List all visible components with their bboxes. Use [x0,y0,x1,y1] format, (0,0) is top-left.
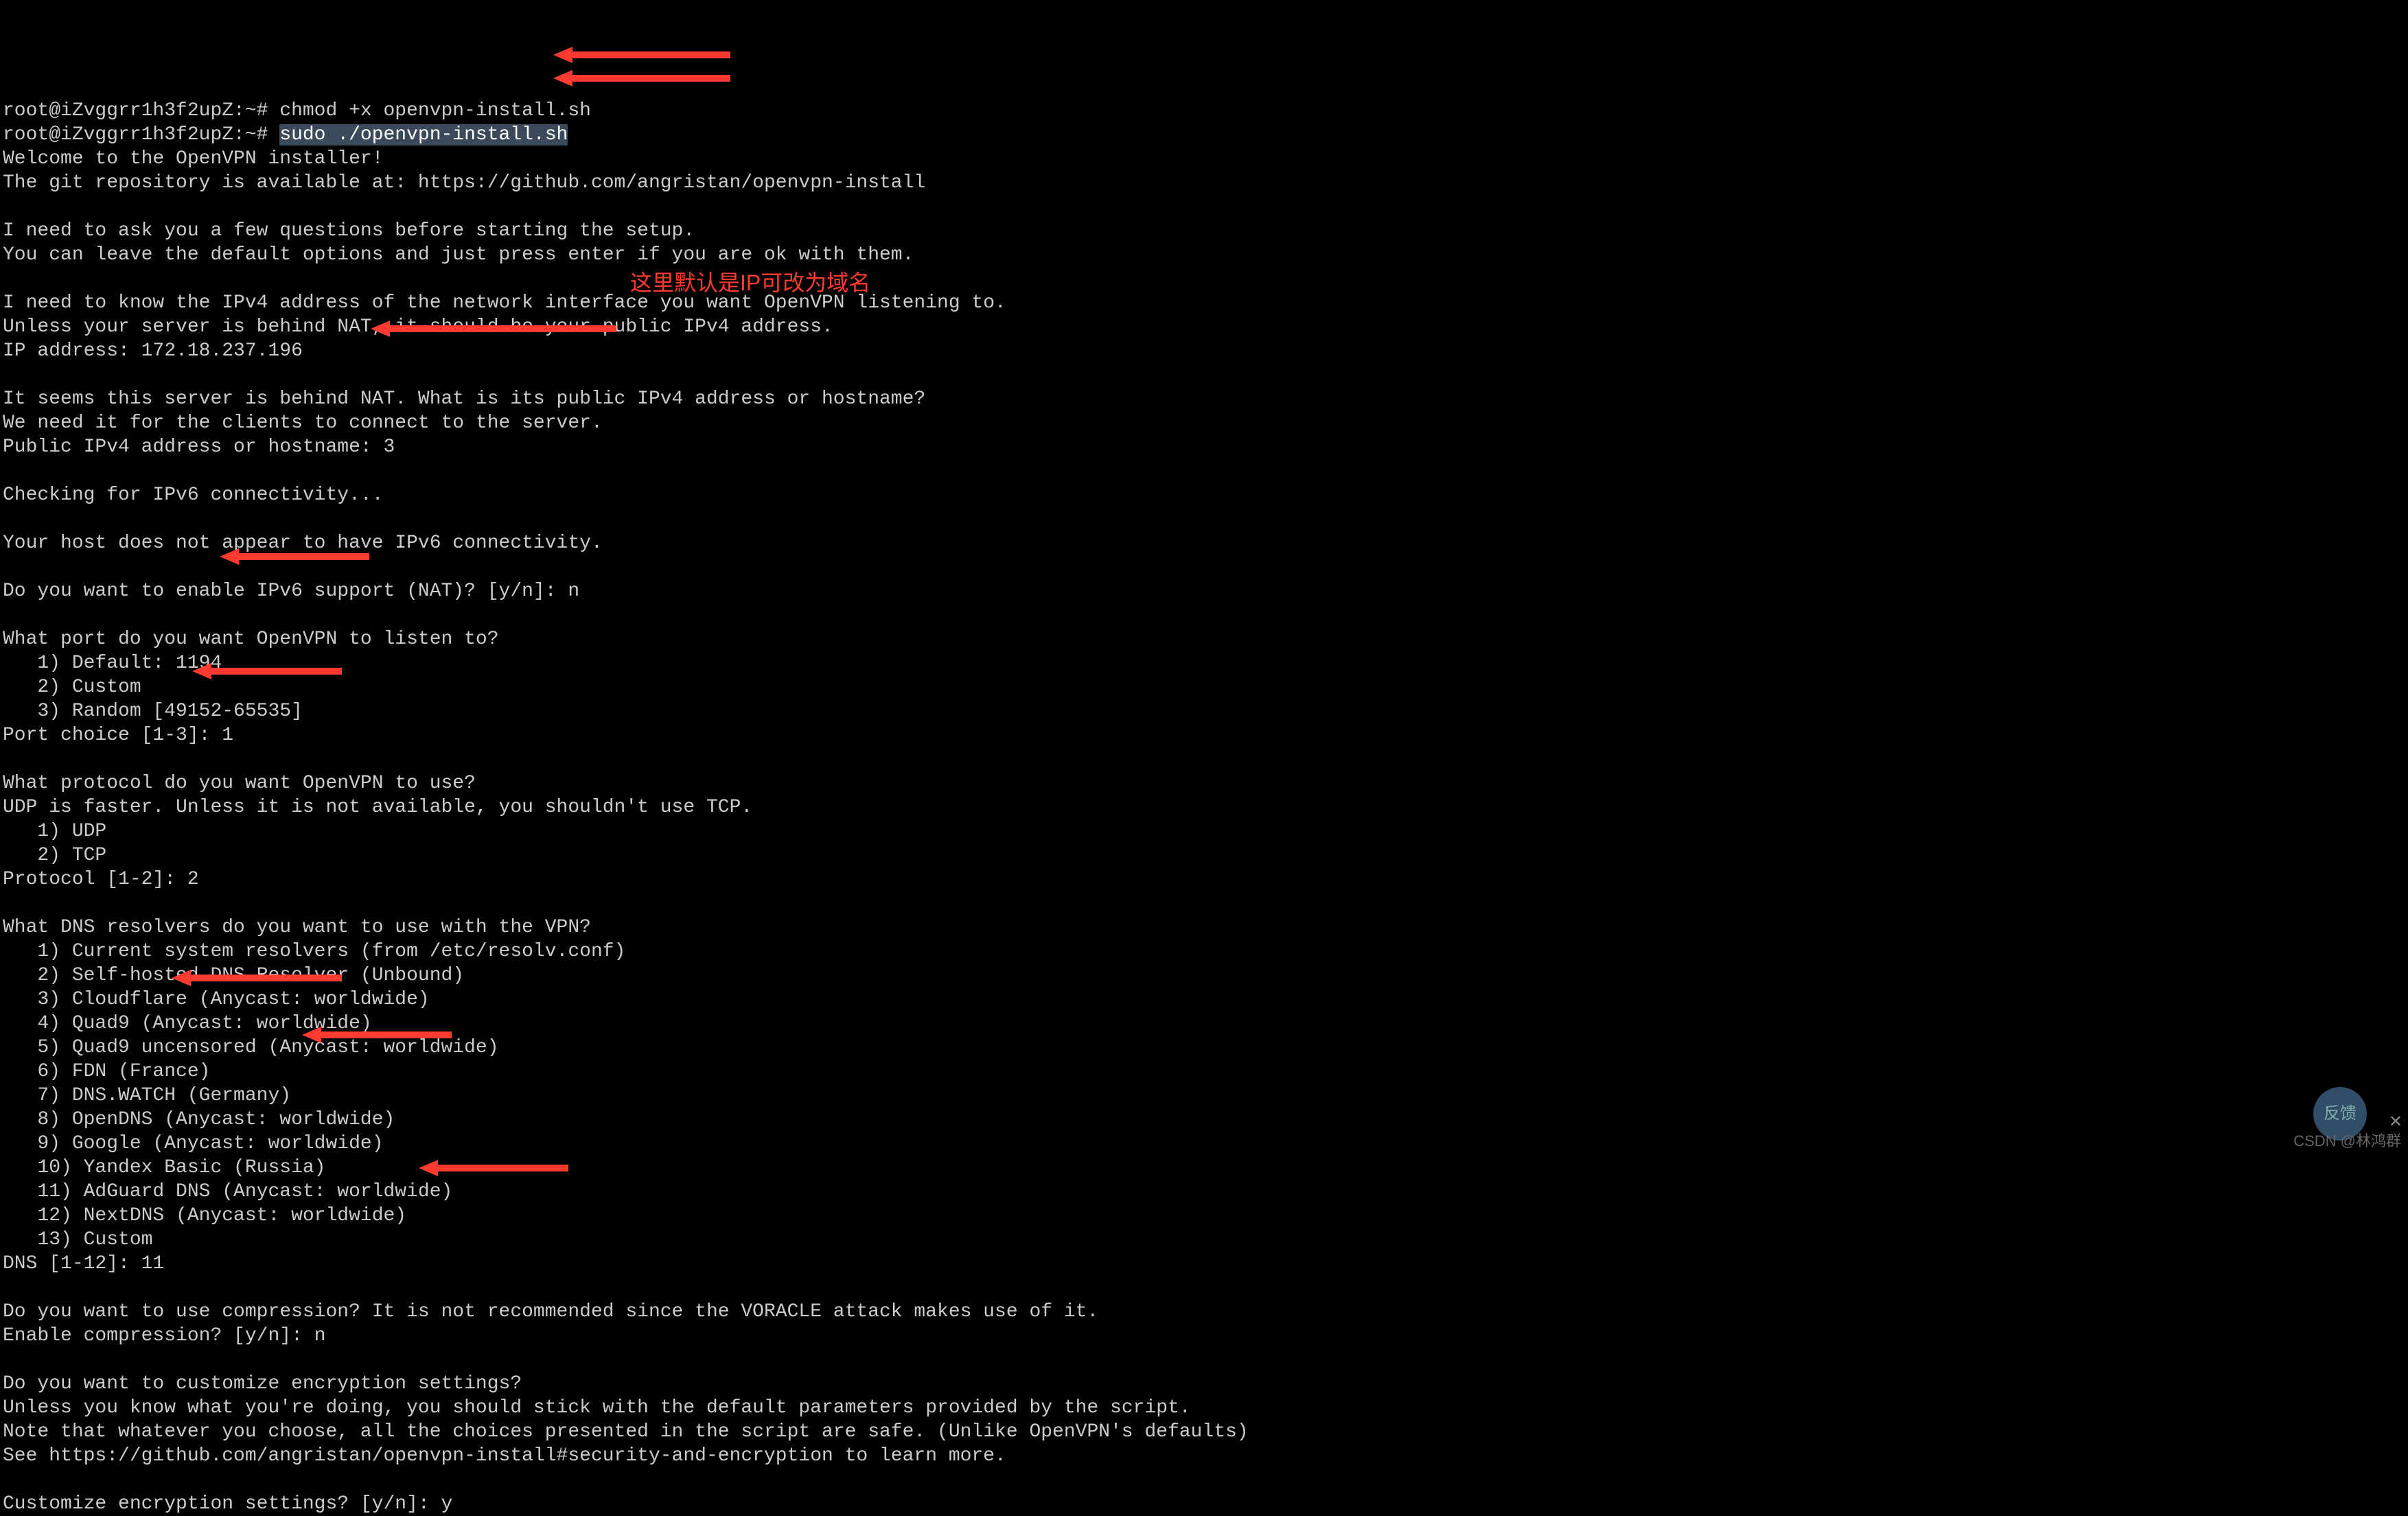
line-questions-1: I need to ask you a few questions before… [3,220,695,242]
line-proto-1: 1) UDP [3,821,106,842]
line-proto-note: UDP is faster. Unless it is not availabl… [3,797,752,818]
line-port-choice: Port choice [1-3]: 1 [3,725,233,746]
line-encryption-note3: See https://github.com/angristan/openvpn… [3,1445,1006,1467]
line-dns-3: 3) Cloudflare (Anycast: worldwide) [3,989,430,1010]
line-dns-12: 12) NextDNS (Anycast: worldwide) [3,1205,406,1226]
line-dns-1: 1) Current system resolvers (from /etc/r… [3,941,625,962]
line-dns-9: 9) Google (Anycast: worldwide) [3,1133,384,1154]
line-port-2: 2) Custom [3,677,141,698]
shell-prompt-2: root@iZvggrr1h3f2upZ:~# [3,124,279,145]
line-ipv6-check: Checking for IPv6 connectivity... [3,485,384,506]
line-dns-q: What DNS resolvers do you want to use wi… [3,917,591,938]
line-dns-choice: DNS [1-12]: 11 [3,1253,164,1274]
line-nat-1: It seems this server is behind NAT. What… [3,388,925,410]
line-ipv6-nohost: Your host does not appear to have IPv6 c… [3,533,603,554]
line-encryption-note1: Unless you know what you're doing, you s… [3,1397,1191,1419]
line-compression-q: Do you want to use compression? It is no… [3,1301,1098,1322]
line-proto-q: What protocol do you want OpenVPN to use… [3,773,476,794]
line-proto-2: 2) TCP [3,845,106,866]
line-dns-10: 10) Yandex Basic (Russia) [3,1157,325,1178]
line-encryption-note2: Note that whatever you choose, all the c… [3,1421,1249,1443]
watermark-text: CSDN @林鸿群 [2293,1132,2401,1151]
arrow-icon-cmd1 [553,0,732,89]
line-dns-2: 2) Self-hosted DNS Resolver (Unbound) [3,965,464,986]
line-dns-7: 7) DNS.WATCH (Germany) [3,1085,291,1106]
line-port-q: What port do you want OpenVPN to listen … [3,629,499,650]
line-questions-2: You can leave the default options and ju… [3,244,914,266]
line-proto-choice: Protocol [1-2]: 2 [3,869,199,890]
line-encryption-choice: Customize encryption settings? [y/n]: y [3,1493,452,1515]
shell-prompt-1: root@iZvggrr1h3f2upZ:~# [3,100,279,121]
line-dns-6: 6) FDN (France) [3,1061,210,1082]
line-port-3: 3) Random [49152-65535] [3,701,303,722]
line-dns-4: 4) Quad9 (Anycast: worldwide) [3,1013,372,1034]
line-ipv4-q2: Unless your server is behind NAT, it sho… [3,316,833,338]
arrow-icon-cmd2 [553,21,732,112]
line-public-hostname: Public IPv4 address or hostname: 3 [3,436,395,458]
cmd-chmod: chmod +x openvpn-install.sh [279,100,591,121]
line-repo: The git repository is available at: http… [3,172,925,194]
annotation-hostname-note: 这里默认是IP可改为域名 [630,269,870,296]
line-dns-11: 11) AdGuard DNS (Anycast: worldwide) [3,1181,452,1202]
line-welcome: Welcome to the OpenVPN installer! [3,148,384,170]
line-nat-2: We need it for the clients to connect to… [3,412,603,434]
close-icon[interactable]: ✕ [2389,1113,2403,1134]
line-dns-13: 13) Custom [3,1229,152,1250]
line-dns-8: 8) OpenDNS (Anycast: worldwide) [3,1109,395,1130]
cmd-sudo-run: sudo ./openvpn-install.sh [279,124,568,145]
line-ip-address: IP address: 172.18.237.196 [3,340,303,362]
line-compression-choice: Enable compression? [y/n]: n [3,1325,325,1346]
line-encryption-q: Do you want to customize encryption sett… [3,1373,522,1395]
line-ipv6-enable: Do you want to enable IPv6 support (NAT)… [3,581,579,602]
line-port-1: 1) Default: 1194 [3,653,222,674]
line-dns-5: 5) Quad9 uncensored (Anycast: worldwide) [3,1037,499,1058]
